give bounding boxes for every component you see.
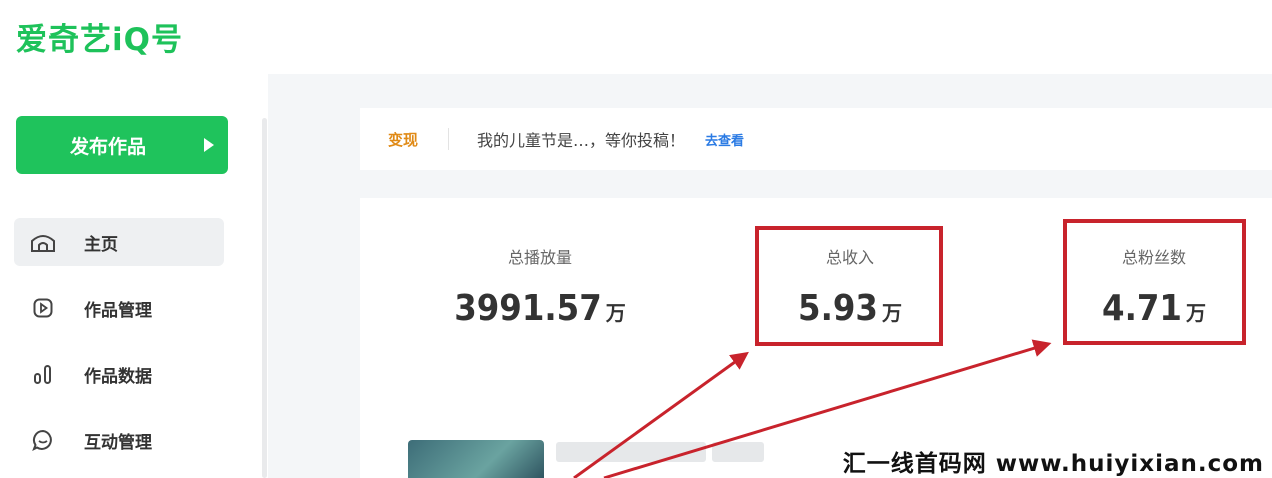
blurred-title <box>556 442 706 462</box>
publish-work-button[interactable]: 发布作品 <box>16 116 228 174</box>
stat-unit: 万 <box>605 301 626 325</box>
chat-bubble-icon <box>30 427 56 453</box>
sidebar-item-label: 作品管理 <box>84 300 152 321</box>
sidebar-item-interaction[interactable]: 互动管理 <box>14 416 224 464</box>
play-square-icon <box>30 295 56 321</box>
announcement-text: 我的儿童节是…，等你投稿！ <box>477 131 686 150</box>
stat-value: 3991.57 <box>454 288 602 329</box>
fans-highlight-box <box>1063 219 1246 345</box>
stat-value-row: 3991.57 万 <box>410 288 670 329</box>
sidebar-item-label: 主页 <box>84 234 118 255</box>
sidebar-item-home[interactable]: 主页 <box>14 218 224 266</box>
watermark: 汇一线首码网 www.huiyixian.com <box>822 444 1272 478</box>
watermark-text: 汇一线首码网 www.huiyixian.com <box>842 451 1264 477</box>
video-thumbnail[interactable] <box>408 440 544 478</box>
app-logo[interactable]: 爱奇艺iQ号 <box>16 16 183 58</box>
announcement-bar: 变现 我的儿童节是…，等你投稿！ 去查看 <box>360 108 1272 170</box>
stat-label: 总播放量 <box>507 248 572 267</box>
divider <box>448 128 450 150</box>
publish-work-label: 发布作品 <box>70 135 147 158</box>
blurred-meta <box>712 442 764 462</box>
sidebar-scrollbar[interactable] <box>262 118 267 478</box>
stat-total-plays: 总播放量 3991.57 万 <box>410 244 670 329</box>
bar-chart-icon <box>30 361 56 387</box>
logo-text: 爱奇艺iQ号 <box>16 21 183 58</box>
sidebar-item-works[interactable]: 作品管理 <box>14 284 224 332</box>
sidebar-item-data[interactable]: 作品数据 <box>14 350 224 398</box>
sidebar-item-label: 互动管理 <box>84 432 152 453</box>
income-highlight-box <box>755 226 943 346</box>
view-link[interactable]: 去查看 <box>705 130 744 149</box>
home-icon <box>30 229 56 255</box>
monetize-tag[interactable]: 变现 <box>388 129 418 150</box>
play-arrow-icon <box>204 138 214 152</box>
sidebar-item-label: 作品数据 <box>84 366 152 387</box>
